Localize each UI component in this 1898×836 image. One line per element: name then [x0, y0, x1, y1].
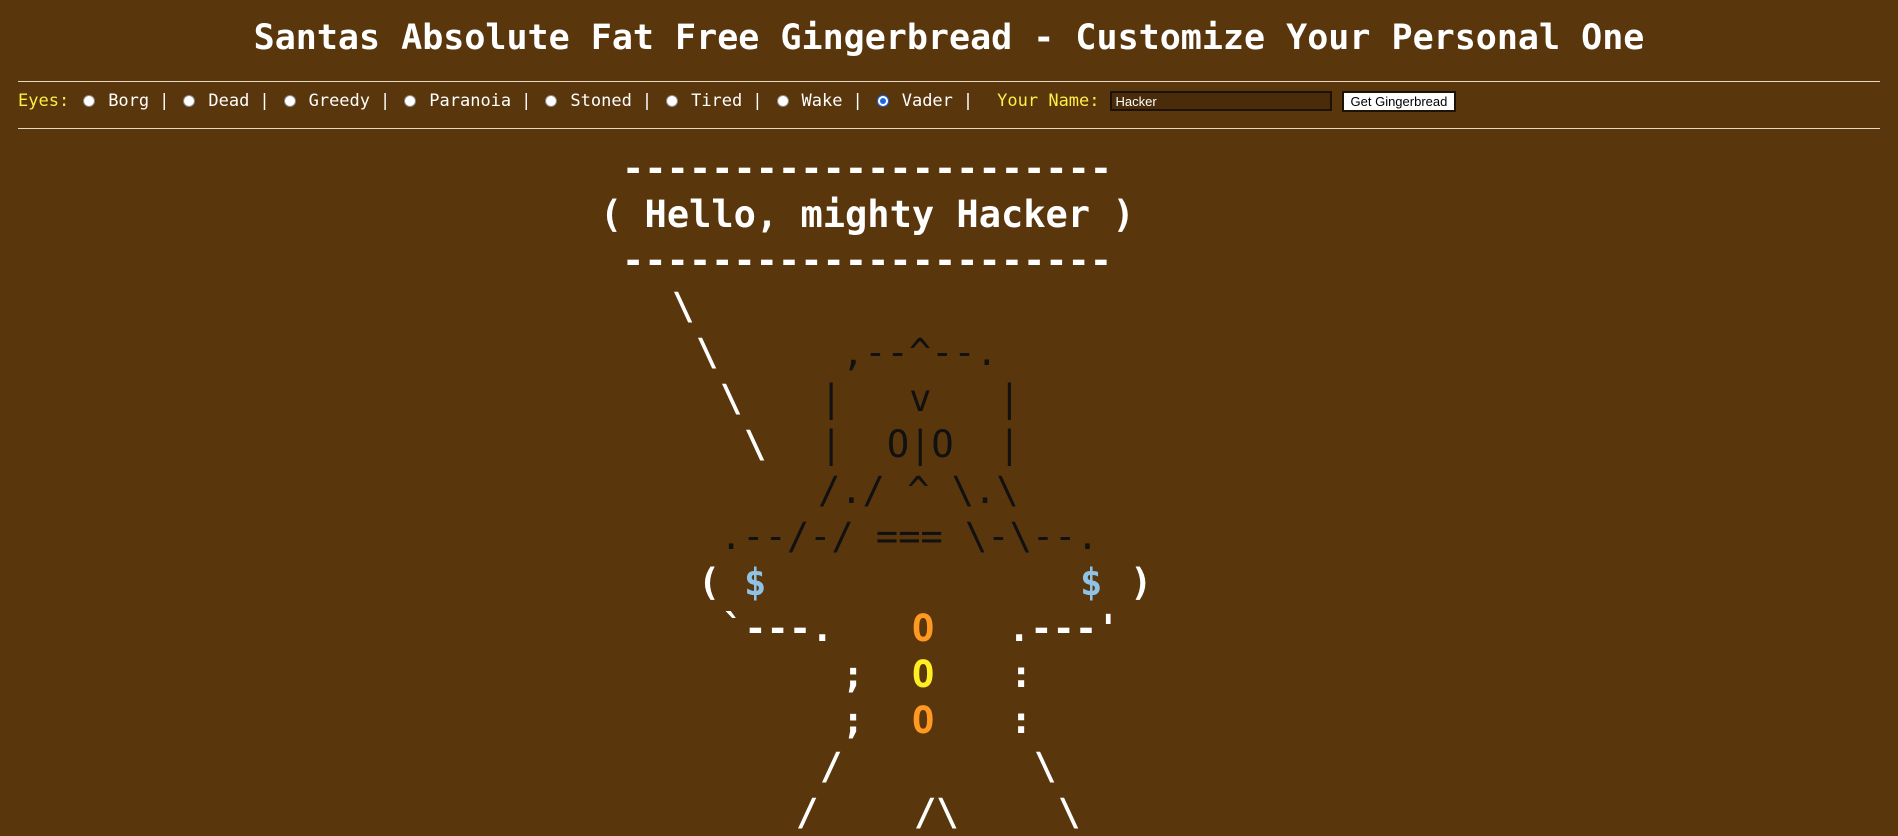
gingerbread-ascii-art: ---------------------- ( Hello, mighty H…: [0, 0, 1898, 834]
button-1: O: [912, 607, 935, 650]
leg-right: :: [1010, 653, 1033, 696]
foot-right-upper: \: [1034, 745, 1057, 788]
separator: |: [521, 91, 532, 111]
radio-borg[interactable]: [83, 95, 96, 107]
eye-option-tired[interactable]: Tired: [666, 91, 742, 111]
radio-vader[interactable]: [876, 95, 889, 107]
radio-dead[interactable]: [183, 95, 196, 107]
eye-option-label: Wake: [801, 91, 843, 111]
radio-greedy[interactable]: [283, 95, 296, 107]
waist-right: .---': [1008, 607, 1120, 650]
leg-right: :: [1010, 699, 1033, 742]
eye-option-label: Greedy: [308, 91, 371, 111]
eye-option-dead[interactable]: Dead: [183, 91, 249, 111]
eye-option-label: Paranoia: [429, 91, 512, 111]
head-forehead: | v |: [820, 377, 1021, 420]
leg-left: ;: [842, 653, 865, 696]
waist-left: `---.: [722, 607, 834, 650]
bubble-tail: \: [696, 331, 719, 374]
eye-option-label: Dead: [208, 91, 250, 111]
foot-right-lower: \: [1058, 791, 1081, 834]
name-input[interactable]: [1109, 91, 1332, 111]
arm-left: (: [698, 561, 721, 604]
separator: |: [852, 91, 863, 111]
separator: |: [259, 91, 270, 111]
eye-option-vader[interactable]: Vader: [876, 91, 953, 111]
button-3: O: [912, 699, 935, 742]
eye-option-label: Stoned: [570, 91, 632, 111]
separator: |: [641, 91, 653, 111]
page-title: Santas Absolute Fat Free Gingerbread - C…: [253, 18, 1645, 58]
eye-option-wake[interactable]: Wake: [776, 91, 843, 111]
crotch: /\: [914, 791, 959, 834]
bubble-tail: \: [720, 377, 743, 420]
head-top: ,--^--.: [842, 331, 998, 374]
eye-option-label: Vader: [901, 91, 953, 111]
separator: |: [962, 91, 974, 111]
bottom-divider: [18, 128, 1880, 129]
get-gingerbread-button[interactable]: Get Gingerbread: [1341, 90, 1457, 112]
foot-left-lower: /: [796, 791, 819, 834]
head-mouth: /./ ^ \.\: [818, 469, 1019, 512]
arm-right: ): [1130, 561, 1153, 604]
customize-form: Eyes: Borg | Dead | Greedy | Paranoia | …: [18, 88, 1457, 114]
radio-stoned[interactable]: [545, 95, 558, 107]
eye-option-paranoia[interactable]: Paranoia: [404, 91, 511, 111]
button-2: O: [912, 653, 935, 696]
separator: |: [752, 91, 763, 111]
dollar-right: $: [1080, 561, 1103, 604]
head-eyes: | O|O |: [820, 423, 1021, 466]
eye-option-label: Tired: [691, 91, 743, 111]
radio-paranoia[interactable]: [404, 95, 417, 107]
dollar-left: $: [744, 561, 767, 604]
eye-option-borg[interactable]: Borg: [83, 91, 149, 111]
eyes-label: Eyes:: [18, 91, 70, 111]
your-name-label: Your Name:: [997, 91, 1100, 111]
separator: |: [380, 91, 391, 111]
bubble-tail: \: [672, 285, 695, 328]
eye-option-stoned[interactable]: Stoned: [545, 91, 632, 111]
leg-left: ;: [842, 699, 865, 742]
radio-tired[interactable]: [666, 95, 679, 107]
shoulders: .--/-/ === \-\--.: [720, 515, 1099, 558]
eye-option-greedy[interactable]: Greedy: [283, 91, 371, 111]
separator: |: [159, 91, 170, 111]
foot-left-upper: /: [820, 745, 843, 788]
bubble-tail: \: [744, 423, 767, 466]
bubble-top-line: ----------------------: [622, 147, 1113, 190]
top-divider: [18, 81, 1880, 82]
bubble-text: ( Hello, mighty Hacker ): [600, 193, 1135, 236]
bubble-bottom-line: ----------------------: [622, 239, 1113, 282]
radio-wake[interactable]: [776, 95, 789, 107]
eye-option-label: Borg: [108, 91, 150, 111]
